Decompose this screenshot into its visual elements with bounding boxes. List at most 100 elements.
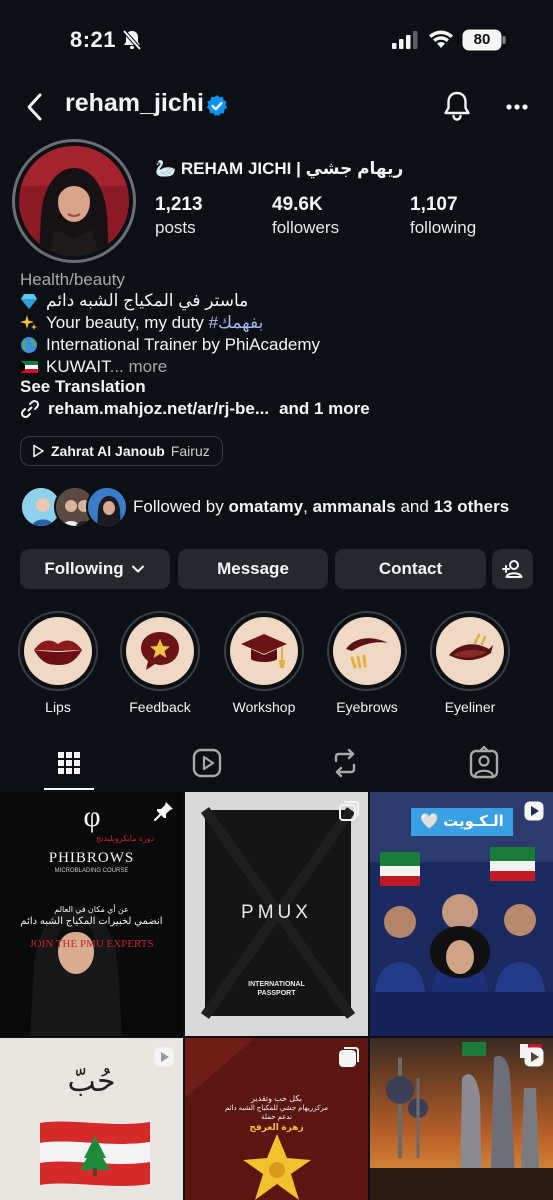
grid-post[interactable]: PMUX INTERNATIONAL PASSPORT	[185, 792, 368, 1036]
suggested-users-button[interactable]	[492, 549, 533, 589]
bio-text: ماستر في المكياج الشبه دائم	[46, 291, 249, 310]
highlight-lips[interactable]: Lips	[16, 611, 100, 715]
link-url[interactable]: reham.mahjoz.net/ar/rj-be...	[48, 399, 269, 419]
followed-by-prefix: Followed by	[133, 497, 224, 516]
post-title: PMUX	[241, 902, 312, 923]
followed-by-text[interactable]: Followed by omatamy, ammanals and 13 oth…	[133, 497, 509, 517]
highlight-ring	[430, 611, 510, 691]
cellular-signal-icon	[392, 31, 418, 49]
profile-music[interactable]: Zahrat Al Janoub Fairuz	[20, 436, 223, 466]
highlight-ring	[120, 611, 200, 691]
grid-post[interactable]: حُبّ	[0, 1038, 183, 1200]
tagged-tab-icon[interactable]	[466, 745, 502, 781]
highlight-eyebrows[interactable]: Eyebrows	[325, 611, 409, 715]
reel-icon	[524, 1047, 544, 1067]
more-link[interactable]: more	[129, 357, 168, 376]
post-arabic-line: انضمي لخبيرات المكياج الشبه دائم	[20, 916, 163, 927]
grid-post[interactable]: بكل حب وتقدير مركزريهام جشي للمكياج الشب…	[185, 1038, 368, 1200]
contact-button[interactable]: Contact	[335, 549, 486, 589]
following-count[interactable]: 1,107 following	[410, 194, 530, 238]
post-brand: PHIBROWS	[48, 850, 135, 866]
post-line: INTERNATIONAL	[248, 981, 305, 988]
bio-line: ماستر في المكياج الشبه دائم	[20, 291, 248, 311]
link-extra[interactable]: and 1 more	[279, 399, 370, 419]
highlight-label: Workshop	[232, 699, 296, 715]
display-name: 🦢 REHAM JICHI | ريهام جشي	[155, 159, 404, 178]
contact-button-label: Contact	[378, 559, 443, 578]
add-person-icon	[501, 560, 522, 578]
follower-name: ammanals	[312, 497, 396, 516]
bio-line: KUWAIT... more	[20, 357, 167, 377]
highlight-feedback[interactable]: Feedback	[118, 611, 202, 715]
following-button[interactable]: Following	[20, 549, 170, 589]
more-options-icon[interactable]	[500, 102, 534, 112]
lips-icon	[34, 640, 82, 665]
following-label: following	[410, 218, 477, 237]
highlight-eyeliner[interactable]: Eyeliner	[428, 611, 512, 715]
following-button-label: Following	[44, 559, 124, 578]
reposts-tab-icon[interactable]	[327, 745, 363, 781]
star-bubble-icon	[141, 632, 179, 670]
eyeliner-icon	[449, 633, 493, 661]
bio-link[interactable]: reham.mahjoz.net/ar/rj-be... and 1 more	[20, 399, 370, 419]
music-artist: Fairuz	[170, 443, 210, 459]
highlight-label: Eyebrows	[336, 699, 398, 715]
post-line: PASSPORT	[257, 990, 296, 997]
grid-post[interactable]: 🤍 الـكـويت	[370, 792, 553, 1036]
profile-category: Health/beauty	[20, 270, 125, 289]
followers-label: followers	[272, 218, 340, 237]
post-caption: 🤍 الـكـويت	[411, 808, 513, 836]
message-button-label: Message	[217, 559, 289, 578]
bio-text: International Trainer by PhiAcademy	[46, 335, 321, 354]
notification-bell-icon[interactable]	[440, 89, 474, 123]
profile-avatar[interactable]	[19, 146, 129, 256]
svg-text:φ: φ	[83, 800, 100, 833]
bio-text: KUWAIT	[46, 357, 110, 376]
followed-by-and: and	[400, 497, 429, 516]
grid-post[interactable]: φ PHIBROWS MICROBLADING COURSE دورة مايك…	[0, 792, 183, 1036]
message-button[interactable]: Message	[178, 549, 328, 589]
posts-grid-tab-icon[interactable]	[51, 745, 87, 781]
active-tab-indicator	[44, 788, 94, 790]
battery-indicator: 80	[462, 29, 506, 51]
post-line: بكل حب وتقدير	[251, 1094, 302, 1103]
following-value: 1,107	[410, 194, 458, 215]
post-line: زهرة العرفج	[249, 1122, 304, 1132]
post-arabic-small: دورة مايكروبليدنج	[96, 834, 155, 843]
eyebrow-icon	[346, 638, 388, 669]
followers-count[interactable]: 49.6K followers	[272, 194, 392, 238]
posts-value: 1,213	[155, 194, 203, 215]
highlight-ring	[224, 611, 304, 691]
verified-badge-icon	[207, 95, 227, 116]
globe-icon	[21, 337, 37, 353]
post-cta: JOIN THE PMU EXPERTS	[29, 938, 154, 950]
bell-slash-icon	[122, 29, 142, 51]
posts-count[interactable]: 1,213 posts	[155, 194, 275, 238]
kuwait-flag-icon	[20, 361, 38, 373]
see-translation-link[interactable]: See Translation	[20, 377, 146, 397]
followed-by-others: 13 others	[433, 497, 510, 516]
follower-name: omatamy	[228, 497, 304, 516]
back-arrow-icon[interactable]	[22, 90, 48, 124]
reels-tab-icon[interactable]	[189, 745, 225, 781]
highlight-ring	[18, 611, 98, 691]
music-song: Zahrat Al Janoub	[51, 443, 165, 459]
mutual-followers-avatars[interactable]	[20, 486, 128, 528]
chevron-down-icon	[131, 565, 144, 573]
link-icon	[20, 399, 40, 419]
reel-icon	[524, 801, 544, 821]
hashtag-link[interactable]: #بفهمك	[209, 313, 264, 332]
wifi-icon	[429, 30, 453, 48]
bio-line: International Trainer by PhiAcademy	[20, 335, 320, 355]
post-word: حُبّ	[67, 1065, 116, 1098]
bio-line: Your beauty, my duty #بفهمك	[20, 313, 263, 333]
post-line: ندعم حملة	[261, 1114, 292, 1121]
carousel-icon	[339, 1047, 359, 1067]
highlight-workshop[interactable]: Workshop	[222, 611, 306, 715]
highlight-label: Lips	[45, 699, 71, 715]
highlight-label: Feedback	[129, 699, 191, 715]
highlight-ring	[327, 611, 407, 691]
status-time: 8:21	[70, 27, 117, 52]
grid-post[interactable]	[370, 1038, 553, 1200]
battery-level: 80	[473, 31, 491, 48]
